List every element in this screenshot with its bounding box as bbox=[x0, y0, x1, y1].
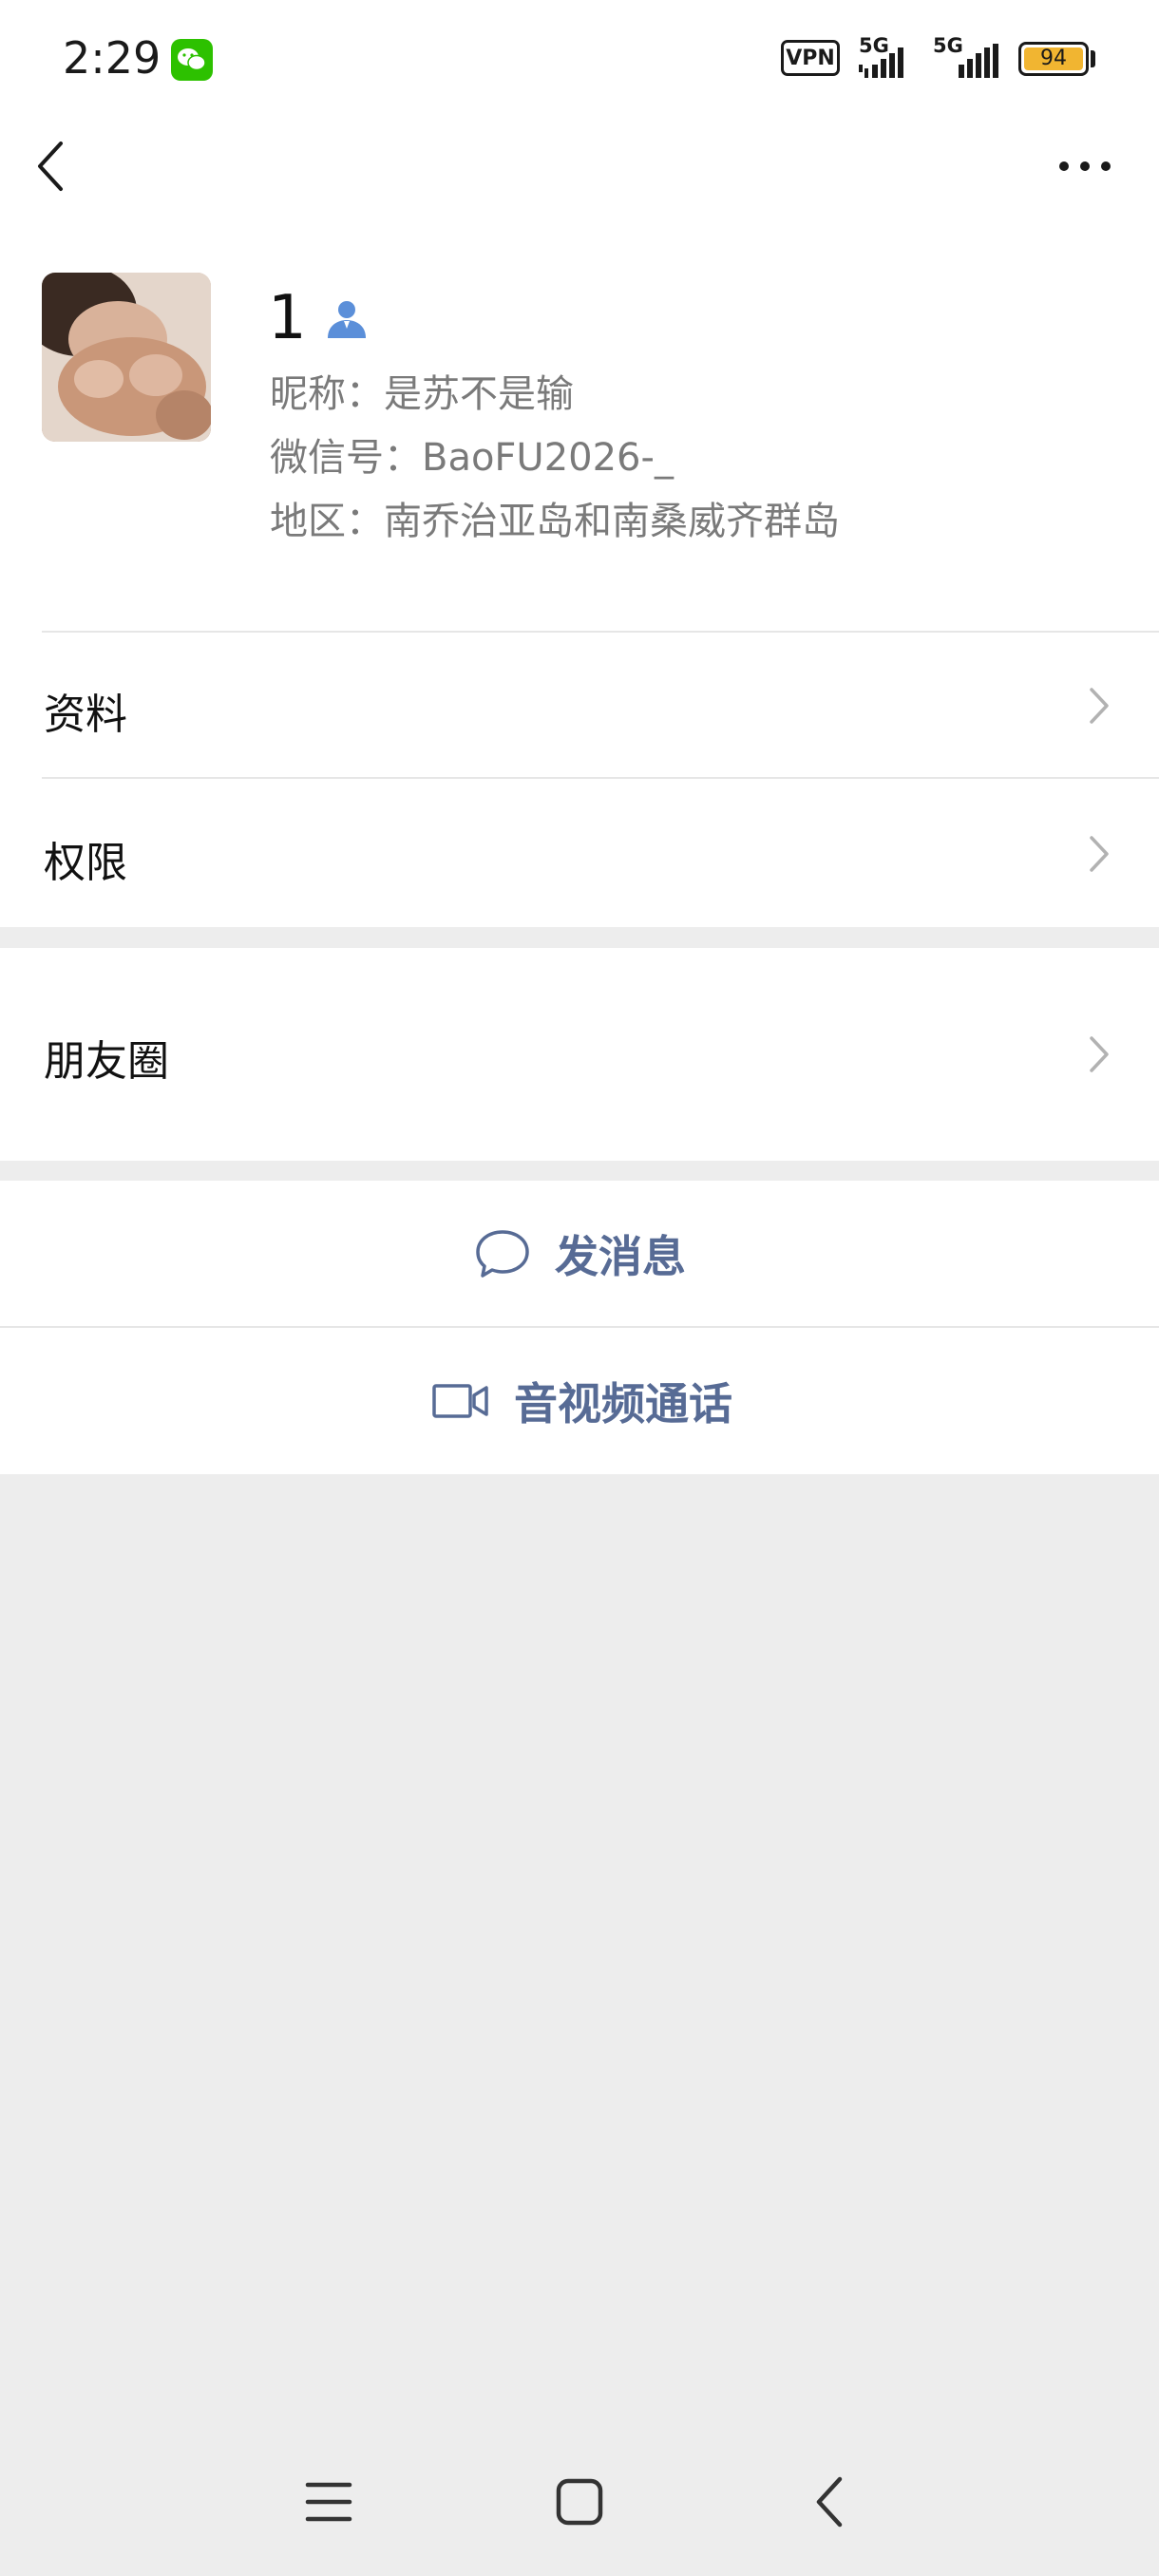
send-message-button[interactable]: 发消息 bbox=[0, 1181, 1159, 1328]
vpn-badge: VPN bbox=[781, 40, 840, 76]
moments-cell[interactable]: 朋友圈 bbox=[0, 948, 1159, 1161]
more-dots-icon[interactable] bbox=[1054, 138, 1115, 195]
cell-label-info: 资料 bbox=[44, 691, 127, 739]
status-bar: 2:29 VPN 5G 5G 94 bbox=[0, 0, 1159, 119]
wechat-icon bbox=[171, 39, 213, 81]
home-square-icon[interactable] bbox=[551, 2473, 608, 2530]
region-text: 地区：南乔治亚岛和南桑威齐群岛 bbox=[270, 500, 840, 543]
system-back-icon[interactable] bbox=[804, 2473, 861, 2530]
video-camera-icon bbox=[432, 1384, 488, 1418]
contact-gender-icon bbox=[327, 301, 366, 338]
chevron-right-icon bbox=[1090, 688, 1109, 724]
battery-level: 94 bbox=[1024, 47, 1083, 70]
wechat-id-text: 微信号：BaoFU2026-_ bbox=[270, 436, 674, 480]
nav-bar bbox=[0, 119, 1159, 214]
nickname-text: 昵称：是苏不是输 bbox=[270, 372, 574, 416]
cell-label-moments: 朋友圈 bbox=[44, 1037, 169, 1086]
cell-label-permissions: 权限 bbox=[44, 839, 127, 887]
back-chevron-icon[interactable] bbox=[28, 138, 86, 195]
profile-info-cell[interactable]: 资料 bbox=[0, 633, 1159, 779]
battery-icon: 94 bbox=[1018, 42, 1089, 76]
send-message-label: 发消息 bbox=[555, 1231, 686, 1282]
chat-bubble-icon bbox=[476, 1230, 529, 1278]
avatar[interactable] bbox=[42, 273, 211, 442]
signal-strength-icon bbox=[859, 47, 903, 78]
av-call-button[interactable]: 音视频通话 bbox=[0, 1328, 1159, 1474]
contact-name-line: 1 bbox=[268, 280, 369, 356]
status-time: 2:29 bbox=[63, 32, 162, 84]
permissions-cell[interactable]: 权限 bbox=[0, 779, 1159, 927]
battery-tip bbox=[1091, 50, 1095, 67]
menu-icon[interactable] bbox=[300, 2473, 357, 2530]
av-call-label: 音视频通话 bbox=[514, 1378, 732, 1430]
chevron-right-icon bbox=[1090, 1036, 1109, 1072]
contact-name: 1 bbox=[268, 283, 307, 353]
signal-strength-icon bbox=[959, 44, 998, 78]
profile-header: 1 昵称：是苏不是输 微信号：BaoFU2026-_ 地区：南乔治亚岛和南桑威齐… bbox=[0, 214, 1159, 633]
contact-profile-screen: 2:29 VPN 5G 5G 94 1 昵称：是苏不是输 微信号：BaoFU20… bbox=[0, 0, 1159, 2576]
chevron-right-icon bbox=[1090, 836, 1109, 872]
